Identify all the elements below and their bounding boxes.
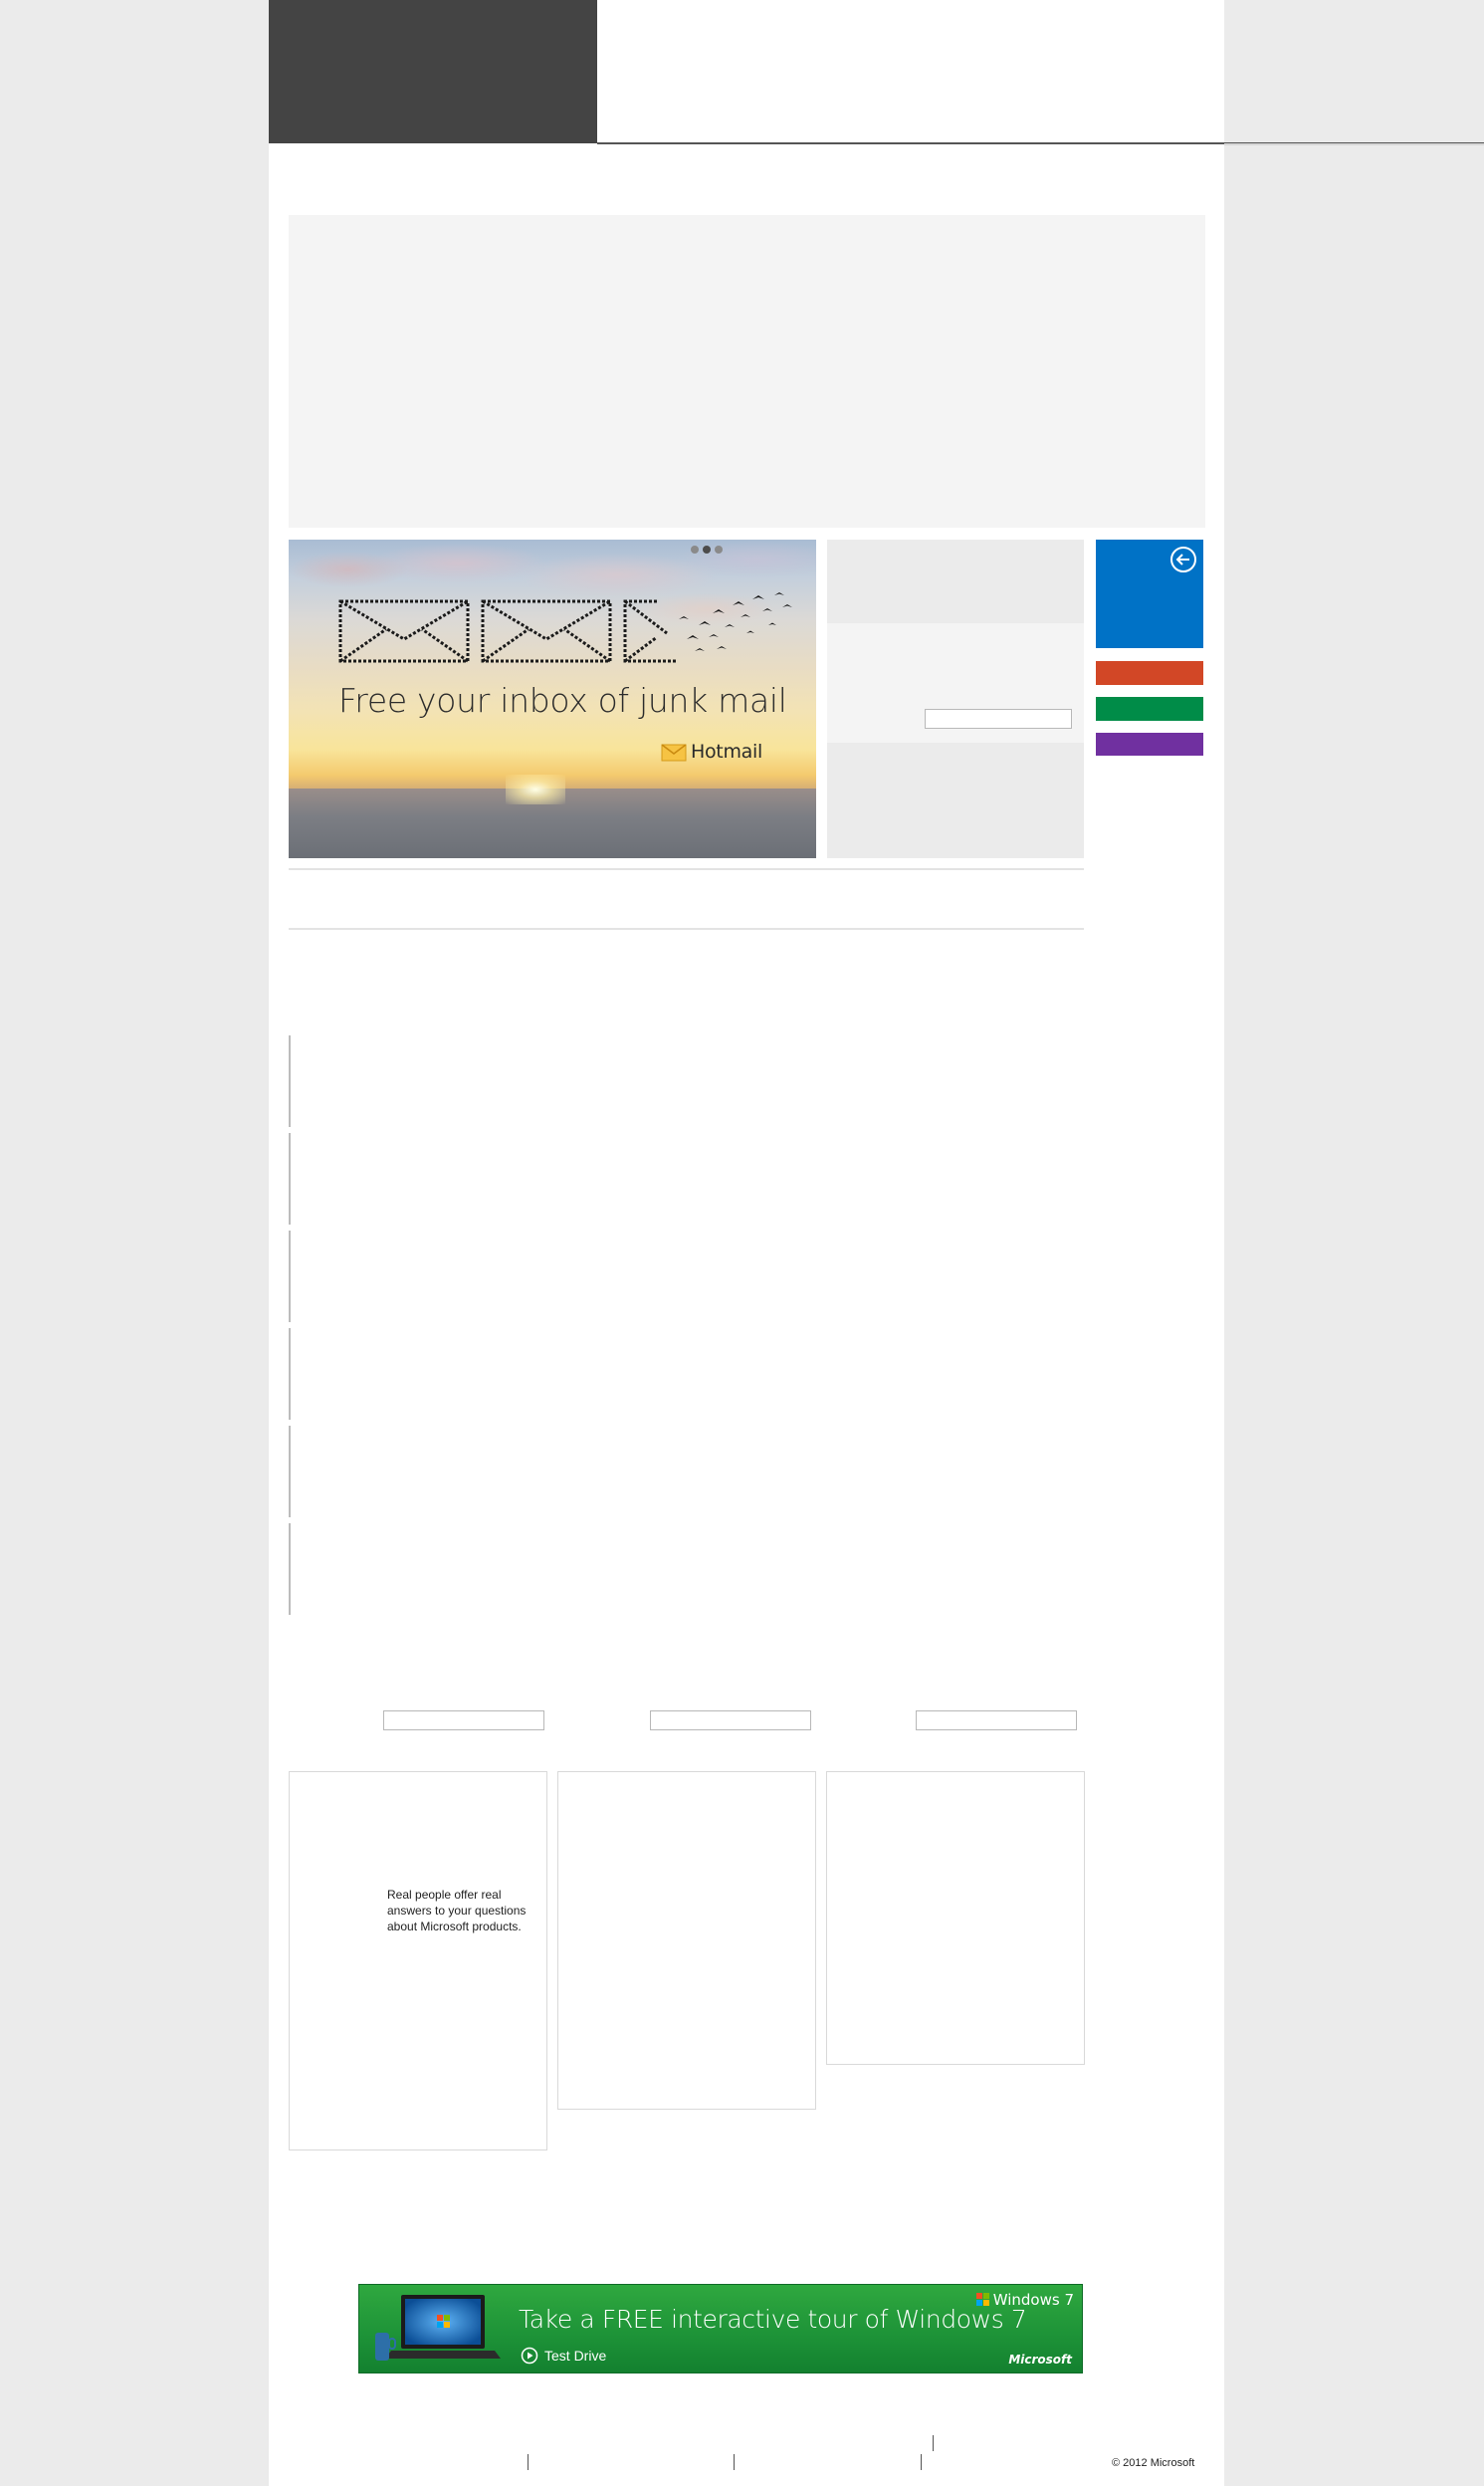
search-input-3[interactable] [916, 1710, 1077, 1730]
hero-carousel[interactable]: Free your inbox of junk mail Hotmail [289, 540, 816, 858]
hero-headline: Free your inbox of junk mail [338, 681, 787, 720]
hero-brand[interactable]: Hotmail [661, 741, 762, 763]
list-item-marker [289, 1328, 291, 1420]
footer-separator [933, 2435, 934, 2451]
list-item-marker [289, 1133, 291, 1225]
footer-separator [734, 2454, 735, 2470]
carousel-pager [691, 546, 723, 554]
header-nav-area [597, 0, 1224, 143]
section-divider [289, 868, 1084, 870]
top-banner-placeholder [289, 215, 1205, 528]
tile-green[interactable] [1096, 697, 1203, 721]
hotmail-envelope-icon [661, 744, 687, 762]
test-drive-label: Test Drive [544, 2348, 607, 2364]
side-search-input[interactable] [925, 709, 1072, 729]
laptop-icon [375, 2295, 501, 2361]
search-input-2[interactable] [650, 1710, 811, 1730]
list-item-marker [289, 1426, 291, 1517]
hero-sun [506, 775, 565, 804]
carousel-dot[interactable] [715, 546, 723, 554]
windows-flag-icon [975, 2293, 989, 2306]
tile-blue[interactable] [1096, 540, 1203, 648]
microsoft-logo: Microsoft [1008, 2353, 1072, 2367]
list-item-marker [289, 1523, 291, 1615]
windows7-ad-banner[interactable]: Take a FREE interactive tour of Windows … [358, 2284, 1083, 2373]
community-card-text: Real people offer real answers to your q… [387, 1888, 527, 1933]
windows7-label: Windows 7 [992, 2291, 1074, 2309]
list-item-marker [289, 1035, 291, 1127]
carousel-dot[interactable] [691, 546, 699, 554]
tile-orange[interactable] [1096, 661, 1203, 685]
search-input-1[interactable] [383, 1710, 544, 1730]
info-card[interactable] [557, 1771, 816, 2110]
test-drive-link[interactable]: Test Drive [521, 2347, 606, 2365]
bird-envelopes-illustration [338, 592, 792, 663]
header-divider-extension [1224, 143, 1484, 145]
footer-separator [921, 2454, 922, 2470]
hero-brand-label: Hotmail [691, 741, 762, 763]
tile-purple[interactable] [1096, 733, 1203, 756]
arrow-left-circle-icon[interactable] [1169, 546, 1197, 573]
info-card[interactable] [826, 1771, 1085, 2065]
footer-separator [528, 2454, 529, 2470]
windows7-logo: Windows 7 [975, 2291, 1074, 2309]
section-divider [289, 928, 1084, 930]
header-logo-area [269, 0, 597, 143]
community-card[interactable] [289, 1771, 547, 2150]
ad-headline: Take a FREE interactive tour of Windows … [519, 2305, 1027, 2334]
carousel-dot-active[interactable] [703, 546, 711, 554]
list-item-marker [289, 1231, 291, 1322]
play-circle-icon [521, 2347, 538, 2365]
copyright-text: © 2012 Microsoft [1112, 2457, 1195, 2469]
